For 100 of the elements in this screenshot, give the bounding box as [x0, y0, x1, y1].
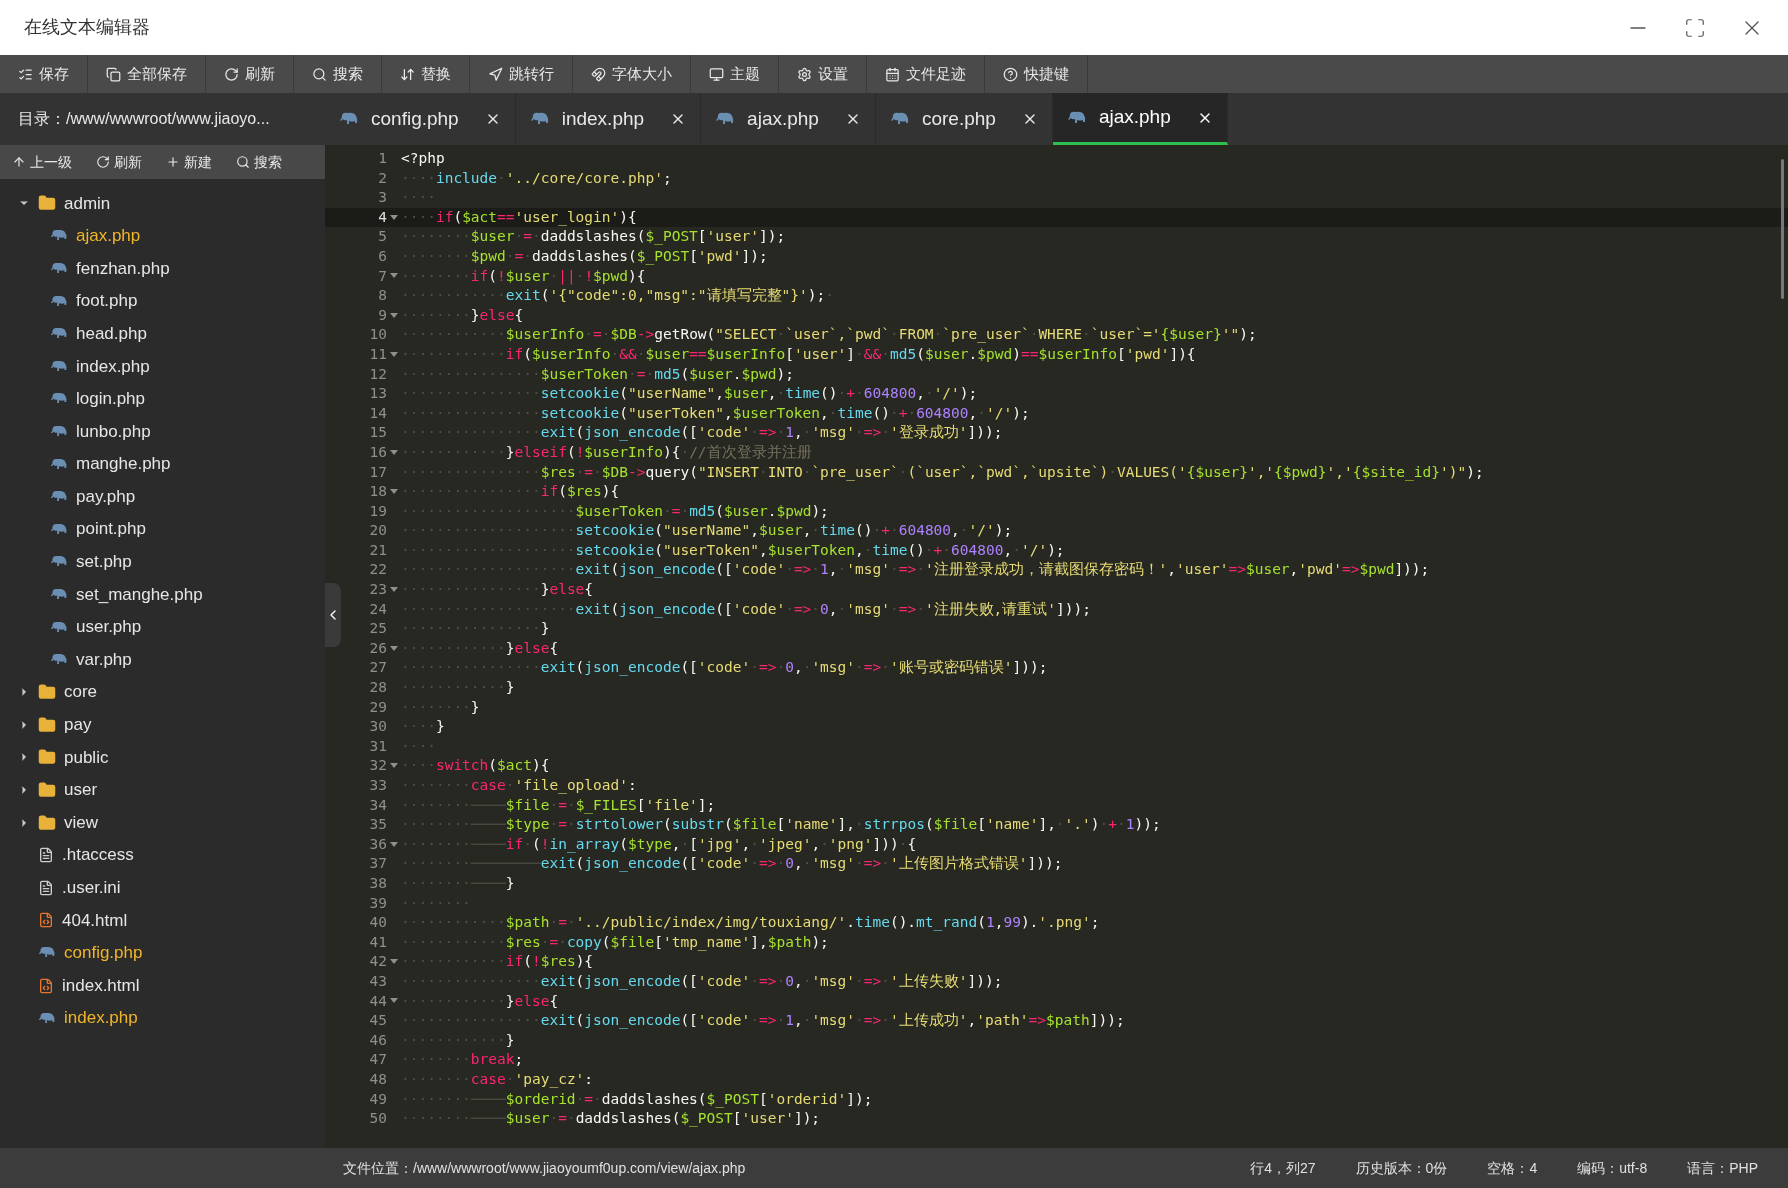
scrollbar-thumb[interactable]: [1781, 159, 1784, 299]
code-line: ············}else{: [401, 638, 559, 658]
fold-caret-icon[interactable]: [390, 449, 398, 456]
tree-item[interactable]: 404.html: [0, 904, 325, 937]
line-number: 29: [369, 697, 387, 717]
fold-caret-icon[interactable]: [390, 959, 398, 966]
line-number: 6: [378, 246, 387, 266]
line-number: 10: [369, 325, 387, 345]
code-line: ····}: [401, 717, 445, 737]
tree-item[interactable]: manghe.php: [0, 447, 325, 481]
tree-item[interactable]: config.php: [0, 936, 325, 970]
line-number: 47: [369, 1050, 387, 1070]
collapse-sidebar-handle[interactable]: [325, 583, 341, 647]
code-line: ············$userInfo·=·$DB->getRow("SELECT·`user`,`pwd`·FROM·`pre_user`·WHERE·`user`='{$user}'");: [401, 325, 1257, 345]
tree-item[interactable]: point.php: [0, 512, 325, 546]
editor-tab[interactable]: ajax.php: [1052, 93, 1228, 145]
tree-item[interactable]: lunbo.php: [0, 415, 325, 448]
swap-arrows-icon: [400, 66, 415, 82]
code-line: ················}: [401, 619, 550, 639]
tree-item[interactable]: view: [0, 806, 325, 839]
tree-item[interactable]: ajax.php: [0, 219, 325, 253]
tree-item[interactable]: pay: [0, 708, 325, 742]
status-item: 历史版本：0份: [1355, 1158, 1448, 1178]
tree-item[interactable]: foot.php: [0, 284, 325, 318]
line-number: 21: [369, 540, 387, 560]
line-number: 1: [378, 149, 387, 168]
elephant-icon: [50, 555, 68, 569]
line-number: 17: [369, 462, 387, 482]
fold-caret-icon[interactable]: [390, 488, 398, 495]
maximize-icon[interactable]: [1684, 16, 1706, 39]
line-number: 23: [369, 580, 387, 600]
fold-caret-icon[interactable]: [390, 351, 398, 358]
tree-item[interactable]: index.html: [0, 969, 325, 1002]
tree-item[interactable]: var.php: [0, 643, 325, 676]
tree-item[interactable]: pay.php: [0, 480, 325, 513]
line-number: 46: [369, 1030, 387, 1050]
elephant-icon: [50, 294, 68, 308]
code-line: ········────$user·=·daddslashes($_POST['user']);: [401, 1109, 821, 1129]
line-number: 37: [369, 854, 387, 874]
line-number: 15: [369, 423, 387, 443]
fold-caret-icon[interactable]: [390, 214, 398, 221]
tree-item[interactable]: user.php: [0, 610, 325, 644]
code-line: ········: [401, 893, 471, 913]
tree-item[interactable]: public: [0, 741, 325, 774]
elephant-icon: [50, 587, 68, 601]
refresh-icon: [224, 66, 239, 82]
code-line: ········}: [401, 697, 480, 717]
tree-item[interactable]: login.php: [0, 382, 325, 416]
tree-item[interactable]: user: [0, 773, 325, 807]
tree-item[interactable]: index.php: [0, 1001, 325, 1035]
code-line: ················if($res){: [401, 482, 620, 502]
tree-item[interactable]: set_manghe.php: [0, 578, 325, 611]
tree-item[interactable]: admin: [0, 187, 325, 220]
elephant-icon: [339, 112, 359, 126]
code-line: ············if($userInfo·&&·$user==$userInfo['user']·&&·md5($user.$pwd)==$userInfo['pwd']){: [401, 344, 1196, 364]
code-line: ········────}: [401, 873, 515, 893]
settings-icon: [797, 66, 812, 82]
tree-item[interactable]: .htaccess: [0, 838, 325, 872]
fold-caret-icon[interactable]: [390, 645, 398, 652]
line-number: 43: [369, 971, 387, 991]
fold-caret-icon[interactable]: [390, 841, 398, 848]
tree-item[interactable]: core: [0, 675, 325, 709]
line-number: 22: [369, 560, 387, 580]
tree-item[interactable]: index.php: [0, 349, 325, 383]
elephant-icon: [50, 229, 68, 243]
copy-icon: [106, 66, 121, 82]
code-line: ········────$file·=·$_FILES['file'];: [401, 795, 716, 816]
sidebar-action-button[interactable]: 搜索: [224, 145, 294, 179]
fold-caret-icon[interactable]: [390, 763, 398, 770]
line-number: 16: [369, 442, 387, 462]
code-line: ············}elseif(!$userInfo){·//首次登录并注册: [401, 442, 812, 462]
tree-item[interactable]: .user.ini: [0, 871, 325, 905]
code-line: ····················exit(json_encode(['code'·=>·1,·'msg'·=>·'注册登录成功，请截图保存密码！','user'=>$user,'pwd'=>$pwd]));: [401, 560, 1430, 580]
sidebar-action-button[interactable]: 刷新: [84, 145, 154, 179]
line-number: 13: [369, 384, 387, 404]
refresh-icon: [96, 155, 110, 169]
code-line: ················}else{: [401, 580, 594, 600]
fold-caret-icon[interactable]: [390, 273, 398, 280]
code-line: ········────────exit(json_encode(['code'·=>·0,·'msg'·=>·'上传图片格式错误']));: [401, 854, 1063, 874]
line-number: 8: [378, 286, 387, 306]
arrow-up-icon: [12, 155, 26, 169]
tree-item[interactable]: head.php: [0, 317, 325, 350]
code-line: ············exit('{"code":0,"msg":"请填写完整"}');·: [401, 286, 834, 306]
html-file-icon: [38, 977, 54, 994]
line-number: 48: [369, 1069, 387, 1089]
fold-caret-icon[interactable]: [390, 998, 398, 1005]
code-line: ················setcookie("userToken",$userToken,·time()·+·604800,·'/');: [401, 403, 1030, 423]
code-line: ····switch($act){: [401, 756, 550, 776]
tree-item[interactable]: set.php: [0, 545, 325, 579]
navigation-arrow-icon: [488, 66, 503, 82]
fold-caret-icon[interactable]: [390, 312, 398, 319]
fold-caret-icon[interactable]: [390, 586, 398, 593]
line-number: 36: [369, 834, 387, 854]
tree-item[interactable]: fenzhan.php: [0, 252, 325, 285]
elephant-icon: [50, 262, 68, 275]
sidebar-action-button[interactable]: 新建: [154, 145, 224, 179]
elephant-icon: [50, 327, 68, 341]
elephant-icon: [1066, 110, 1087, 125]
sidebar-action-button[interactable]: 上一级: [0, 145, 84, 179]
elephant-icon: [50, 424, 68, 438]
